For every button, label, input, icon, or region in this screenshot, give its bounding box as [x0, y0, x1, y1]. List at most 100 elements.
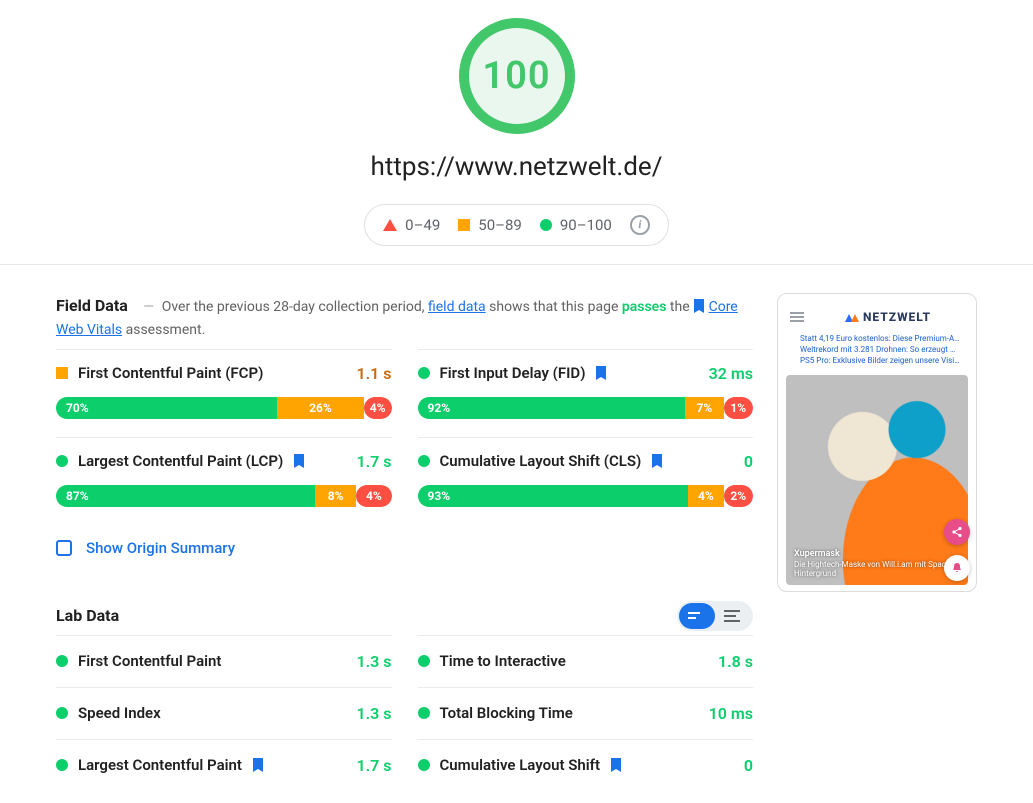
distribution-bar: 92%7%1%: [418, 397, 754, 419]
distribution-bar: 87%8%4%: [56, 485, 392, 507]
distribution-bar: 93%4%2%: [418, 485, 754, 507]
field-metrics-grid: First Contentful Paint (FCP)1.1 s70%26%4…: [56, 349, 753, 525]
metric-value: 1.7 s: [356, 452, 391, 471]
status-indicator-icon: [56, 655, 68, 667]
lab-metric-value: 1.8 s: [718, 652, 753, 671]
page-thumbnail: NETZWELT Statt 4,19 Euro kostenlos: Dies…: [777, 293, 977, 592]
status-indicator-icon: [56, 707, 68, 719]
score-header: 100 https://www.netzwelt.de/ 0–49 50–89 …: [0, 0, 1033, 265]
view-condensed-button[interactable]: [679, 603, 715, 629]
lab-metric: Total Blocking Time 10 ms: [418, 687, 754, 739]
lab-metric-name: Largest Contentful Paint: [78, 756, 242, 774]
lab-data-title: Lab Data: [56, 606, 119, 625]
checkbox-icon: [56, 540, 72, 556]
bell-icon: [944, 555, 970, 581]
field-data-intro: Field Data — Over the previous 28-day co…: [56, 293, 753, 341]
dist-good: 92%: [418, 397, 686, 419]
lab-metric: Cumulative Layout Shift 0: [418, 739, 754, 791]
lab-metric-name: Time to Interactive: [440, 652, 566, 670]
legend-good: 90–100: [540, 216, 612, 234]
distribution-bar: 70%26%4%: [56, 397, 392, 419]
bookmark-icon: [252, 758, 264, 772]
metric-value: 0: [744, 452, 753, 471]
lab-metric-name: Cumulative Layout Shift: [440, 756, 601, 774]
metric-name: Cumulative Layout Shift (CLS): [440, 452, 642, 470]
lab-metric: Time to Interactive 1.8 s: [418, 635, 754, 687]
status-indicator-icon: [418, 655, 430, 667]
legend-poor: 0–49: [383, 216, 440, 234]
dist-avg: 4%: [688, 485, 723, 507]
legend-avg: 50–89: [458, 216, 522, 234]
lab-metrics-grid: First Contentful Paint 1.3 s Time to Inter…: [56, 635, 753, 791]
dist-poor: 1%: [724, 397, 753, 419]
info-icon[interactable]: [630, 215, 650, 235]
square-icon: [458, 219, 470, 231]
status-indicator-icon: [418, 759, 430, 771]
bookmark-icon: [693, 299, 705, 313]
field-data-title: Field Data: [56, 296, 128, 315]
dist-avg: 26%: [277, 397, 364, 419]
dist-avg: 8%: [315, 485, 356, 507]
show-origin-summary-label: Show Origin Summary: [86, 539, 235, 557]
thumbnail-hero-subtitle: Die Hightech-Maske von Will.i.am mit Spa…: [794, 560, 960, 579]
lab-metric-value: 10 ms: [709, 704, 753, 723]
thumbnail-headline: PS5 Pro: Exklusive Bilder zeigen unsere …: [800, 356, 962, 365]
status-indicator-icon: [418, 367, 430, 379]
bookmark-icon: [651, 454, 663, 468]
field-metric: First Contentful Paint (FCP) 1.1 s 70%26%4…: [56, 349, 392, 437]
lab-metric: First Contentful Paint 1.3 s: [56, 635, 392, 687]
metric-name: First Contentful Paint (FCP): [78, 364, 263, 382]
thumbnail-brand: NETZWELT: [845, 310, 931, 324]
status-indicator-icon: [56, 455, 68, 467]
lab-metric-value: 0: [744, 756, 753, 775]
status-indicator-icon: [418, 707, 430, 719]
thumbnail-headlines: Statt 4,19 Euro kostenlos: Diese Premium…: [784, 326, 970, 375]
lab-metric-value: 1.3 s: [356, 652, 391, 671]
field-metric: Largest Contentful Paint (LCP) 1.7 s 87%8%…: [56, 437, 392, 525]
thumbnail-hero: Xupermask Die Hightech-Maske von Will.i.…: [786, 375, 968, 585]
brand-logo-icon: [845, 312, 859, 322]
metric-value: 32 ms: [709, 364, 753, 383]
dist-poor: 2%: [724, 485, 753, 507]
dist-poor: 4%: [356, 485, 391, 507]
dist-good: 93%: [418, 485, 689, 507]
bookmark-icon: [595, 366, 607, 380]
circle-icon: [540, 219, 552, 231]
bookmark-icon: [610, 758, 622, 772]
lab-metric: Largest Contentful Paint 1.7 s: [56, 739, 392, 791]
dist-good: 70%: [56, 397, 277, 419]
hamburger-icon: [790, 310, 804, 324]
score-legend: 0–49 50–89 90–100: [364, 204, 669, 246]
view-expanded-button[interactable]: [715, 603, 751, 629]
field-metric: First Input Delay (FID) 32 ms 92%7%1%: [418, 349, 754, 437]
lab-metric-value: 1.3 s: [356, 704, 391, 723]
lab-view-toggle: [677, 601, 753, 631]
show-origin-summary-button[interactable]: Show Origin Summary: [56, 525, 753, 571]
lab-metric: Speed Index 1.3 s: [56, 687, 392, 739]
status-indicator-icon: [56, 759, 68, 771]
thumbnail-headline: Weltrekord mit 3.281 Drohnen: So erzeugt…: [800, 345, 962, 354]
metric-name: First Input Delay (FID): [440, 364, 586, 382]
field-metric: Cumulative Layout Shift (CLS) 0 93%4%2%: [418, 437, 754, 525]
score-gauge: 100: [459, 18, 575, 134]
lab-metric-name: Speed Index: [78, 704, 161, 722]
lab-metric-value: 1.7 s: [356, 756, 391, 775]
score-value: 100: [482, 54, 550, 98]
thumbnail-headline: Statt 4,19 Euro kostenlos: Diese Premium…: [800, 334, 962, 343]
dist-poor: 4%: [364, 397, 392, 419]
lab-metric-name: First Contentful Paint: [78, 652, 221, 670]
lab-metric-name: Total Blocking Time: [440, 704, 573, 722]
status-indicator-icon: [418, 455, 430, 467]
status-indicator-icon: [56, 367, 68, 379]
dist-avg: 7%: [685, 397, 723, 419]
bookmark-icon: [293, 454, 305, 468]
dist-good: 87%: [56, 485, 315, 507]
metric-name: Largest Contentful Paint (LCP): [78, 452, 283, 470]
tested-url: https://www.netzwelt.de/: [0, 152, 1033, 182]
share-icon: [944, 519, 970, 545]
triangle-icon: [383, 219, 397, 231]
field-data-link[interactable]: field data: [428, 299, 486, 315]
metric-value: 1.1 s: [356, 364, 391, 383]
thumbnail-hero-title: Xupermask: [794, 549, 960, 560]
passes-status: passes: [622, 299, 667, 315]
